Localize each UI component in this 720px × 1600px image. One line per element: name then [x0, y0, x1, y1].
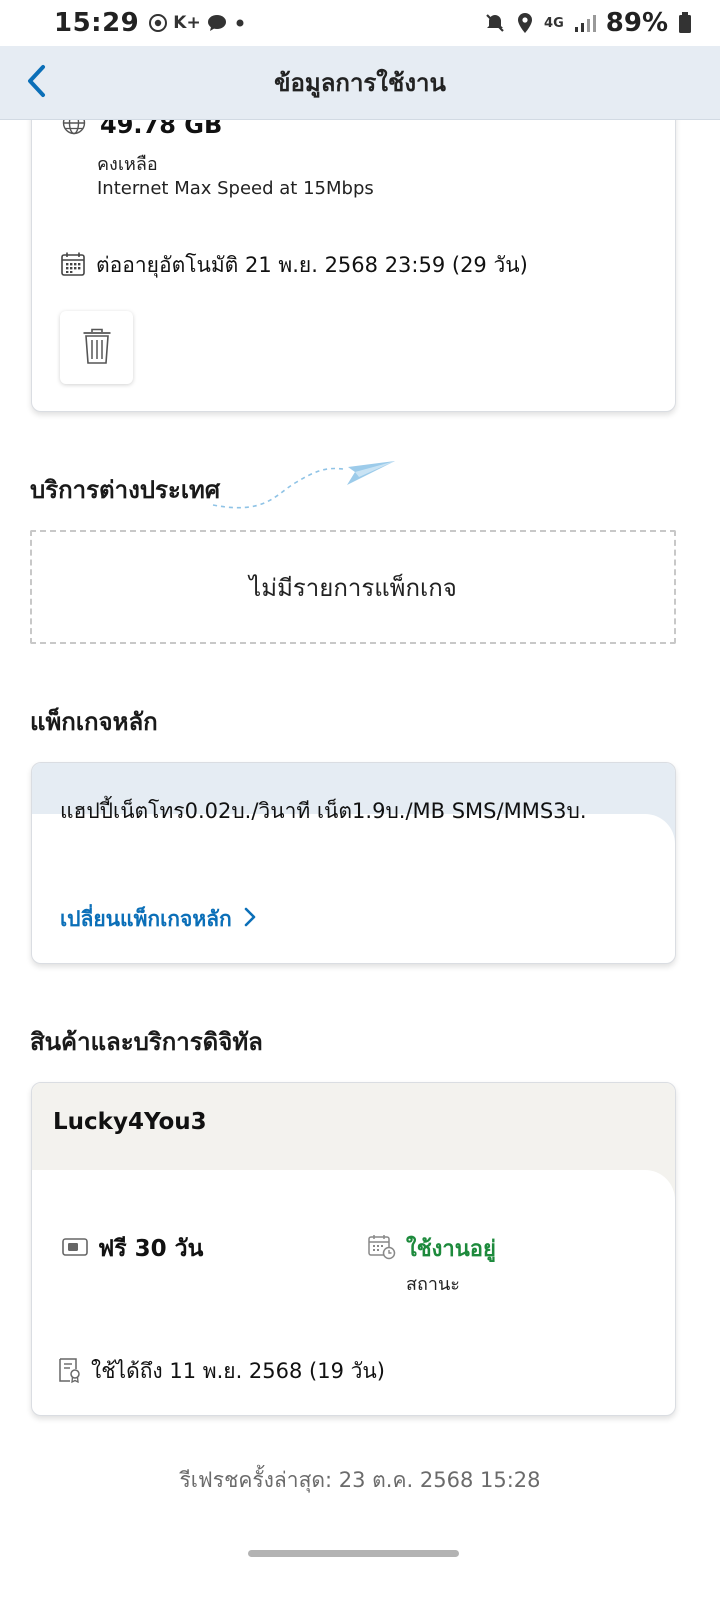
- signal-icon: [574, 13, 596, 33]
- globe-icon: [62, 120, 86, 139]
- page-title: ข้อมูลการใช้งาน: [274, 69, 446, 97]
- app-header: ข้อมูลการใช้งาน: [0, 46, 720, 120]
- data-amount: 49.78 GB: [100, 120, 223, 139]
- digital-product-name: Lucky4You3: [53, 1109, 207, 1135]
- status-time: 15:29: [54, 8, 140, 38]
- ticket-icon: [62, 1237, 88, 1261]
- free-period-text: ฟรี 30 วัน: [98, 1236, 204, 1262]
- data-package-card: 49.78 GB คงเหลือ Internet Max Speed at 1…: [31, 120, 676, 412]
- main-package-card: แฮปปี้เน็ตโทร0.02บ./วินาที เน็ต1.9บ./MB …: [31, 762, 676, 964]
- digital-product-card: Lucky4You3 ฟรี 30 วัน ใช้งานอยู่ สถานะ ใ…: [31, 1082, 676, 1416]
- chrome-icon: [149, 14, 168, 32]
- data-speed-note: Internet Max Speed at 15Mbps: [97, 178, 374, 199]
- k-plus-icon: K+: [173, 13, 201, 33]
- last-refresh-text: รีเฟรชครั้งล่าสุด: 23 ต.ค. 2568 15:28: [179, 1468, 541, 1492]
- roaming-section-title: บริการต่างประเทศ: [30, 476, 221, 504]
- data-amount-row: 49.78 GB: [62, 120, 222, 139]
- roaming-empty-box: ไม่มีรายการแพ็กเกจ: [30, 530, 676, 644]
- digital-section-title: สินค้าและบริการดิจิทัล: [30, 1028, 263, 1056]
- status-right: 4G 89%: [484, 8, 692, 38]
- notification-icons: K+: [149, 13, 246, 33]
- status-bar: 15:29 K+ 4G 89%: [0, 0, 720, 46]
- digital-product-header: Lucky4You3: [32, 1083, 675, 1200]
- battery-level: 89%: [605, 8, 668, 38]
- content-scroll[interactable]: 49.78 GB คงเหลือ Internet Max Speed at 1…: [0, 120, 720, 1600]
- valid-until-row: ใช้ได้ถึง 11 พ.ย. 2568 (19 วัน): [57, 1355, 385, 1388]
- free-period-row: ฟรี 30 วัน: [62, 1231, 203, 1267]
- 4g-icon: 4G: [544, 15, 564, 31]
- roaming-empty-text: ไม่มีรายการแพ็กเกจ: [249, 573, 457, 602]
- dot-icon: [233, 16, 247, 30]
- service-status-value: ใช้งานอยู่: [406, 1237, 496, 1262]
- status-left: 15:29 K+: [54, 8, 247, 38]
- main-package-section-title: แพ็กเกจหลัก: [30, 708, 158, 736]
- service-status-row: ใช้งานอยู่: [368, 1231, 496, 1266]
- delete-package-button[interactable]: [60, 311, 133, 384]
- location-icon: [516, 12, 534, 34]
- calendar-clock-icon: [368, 1234, 396, 1264]
- mute-icon: [484, 12, 506, 34]
- change-main-package-link[interactable]: เปลี่ยนแพ็กเกจหลัก: [60, 903, 256, 936]
- certificate-icon: [57, 1357, 81, 1387]
- data-remaining-label: คงเหลือ: [97, 154, 158, 175]
- home-indicator[interactable]: [248, 1550, 459, 1557]
- paper-plane-icon: [205, 455, 405, 519]
- chevron-right-icon: [244, 907, 256, 932]
- auto-renew-text: ต่ออายุอัตโนมัติ 21 พ.ย. 2568 23:59 (29 …: [96, 253, 528, 277]
- trash-icon: [82, 327, 112, 369]
- main-package-name: แฮปปี้เน็ตโทร0.02บ./วินาที เน็ต1.9บ./MB …: [60, 799, 587, 823]
- auto-renew-row: ต่ออายุอัตโนมัติ 21 พ.ย. 2568 23:59 (29 …: [60, 249, 528, 282]
- valid-until-text: ใช้ได้ถึง 11 พ.ย. 2568 (19 วัน): [91, 1359, 385, 1383]
- back-button[interactable]: [10, 56, 64, 110]
- service-status-label: สถานะ: [406, 1274, 460, 1295]
- chat-icon: [207, 14, 227, 32]
- calendar-icon: [60, 251, 86, 281]
- change-main-package-label: เปลี่ยนแพ็กเกจหลัก: [60, 907, 232, 931]
- battery-icon: [678, 12, 692, 34]
- chevron-left-icon: [26, 64, 48, 102]
